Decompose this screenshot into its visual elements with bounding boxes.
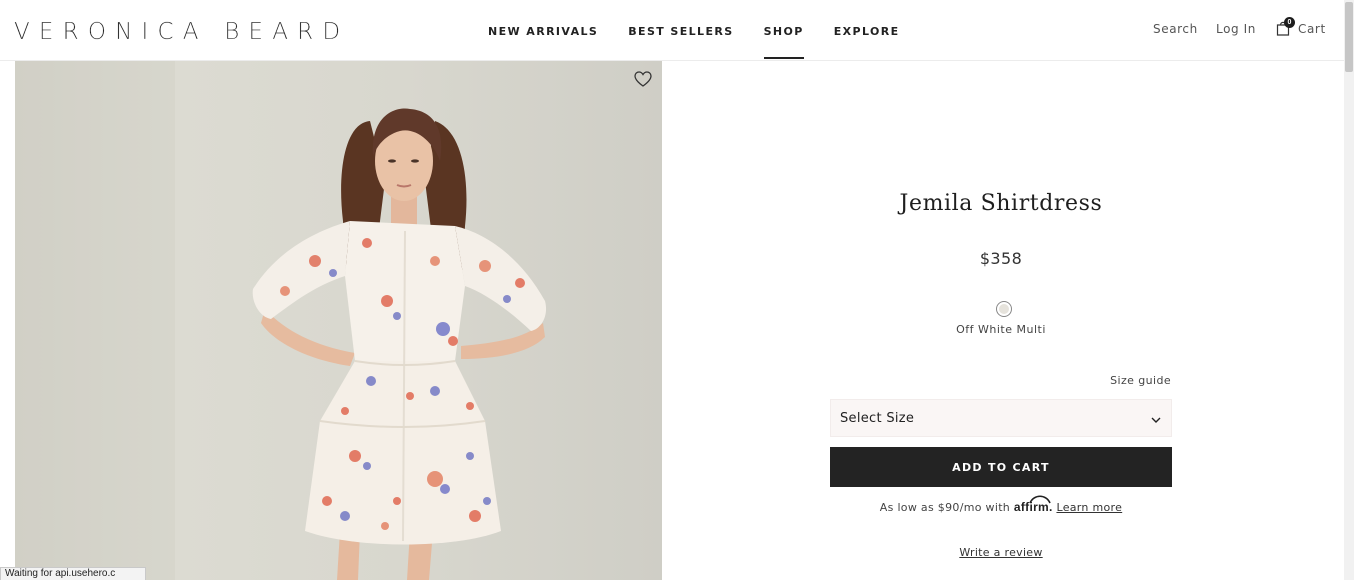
page-scrollbar[interactable] [1344,0,1354,580]
site-header: VERONICA BEARD NEW ARRIVALS BEST SELLERS… [0,0,1344,61]
search-link[interactable]: Search [1153,22,1198,36]
heart-icon[interactable] [634,71,652,87]
product-title: Jemila Shirtdress [899,191,1103,216]
affirm-financing-line: As low as $90/mo with affirm. Learn more [830,495,1172,514]
login-link[interactable]: Log In [1216,22,1256,36]
product-price: $358 [979,249,1023,268]
size-select[interactable]: Select Size [830,399,1172,437]
main-nav: NEW ARRIVALS BEST SELLERS SHOP EXPLORE [488,25,930,59]
write-review-link[interactable]: Write a review [830,546,1172,559]
affirm-learn-more-link[interactable]: Learn more [1056,501,1122,514]
affirm-logo: affirm. [1014,495,1053,514]
size-select-value: Select Size [840,411,915,426]
selected-color-label: Off White Multi [956,323,1046,336]
financing-prefix: As low as $90/mo with [879,501,1011,514]
cart-link[interactable]: Cart [1298,22,1326,36]
nav-new-arrivals[interactable]: NEW ARRIVALS [488,25,598,38]
color-swatch-off-white[interactable] [996,301,1012,317]
swatch-color-fill [999,304,1009,314]
affirm-arc-icon [1029,495,1051,504]
chevron-down-icon [1151,417,1161,423]
brand-logo[interactable]: VERONICA BEARD [14,19,349,45]
nav-shop[interactable]: SHOP [763,25,804,59]
browser-status-bar: Waiting for api.usehero.c [0,567,146,580]
add-to-cart-button[interactable]: ADD TO CART [830,447,1172,487]
model-in-dress-illustration [15,61,547,580]
scrollbar-thumb[interactable] [1345,2,1353,72]
nav-best-sellers[interactable]: BEST SELLERS [628,25,733,38]
size-guide-link[interactable]: Size guide [1080,374,1171,387]
nav-explore[interactable]: EXPLORE [834,25,900,38]
cart-count-badge: 0 [1284,17,1295,28]
product-image[interactable] [15,61,662,580]
